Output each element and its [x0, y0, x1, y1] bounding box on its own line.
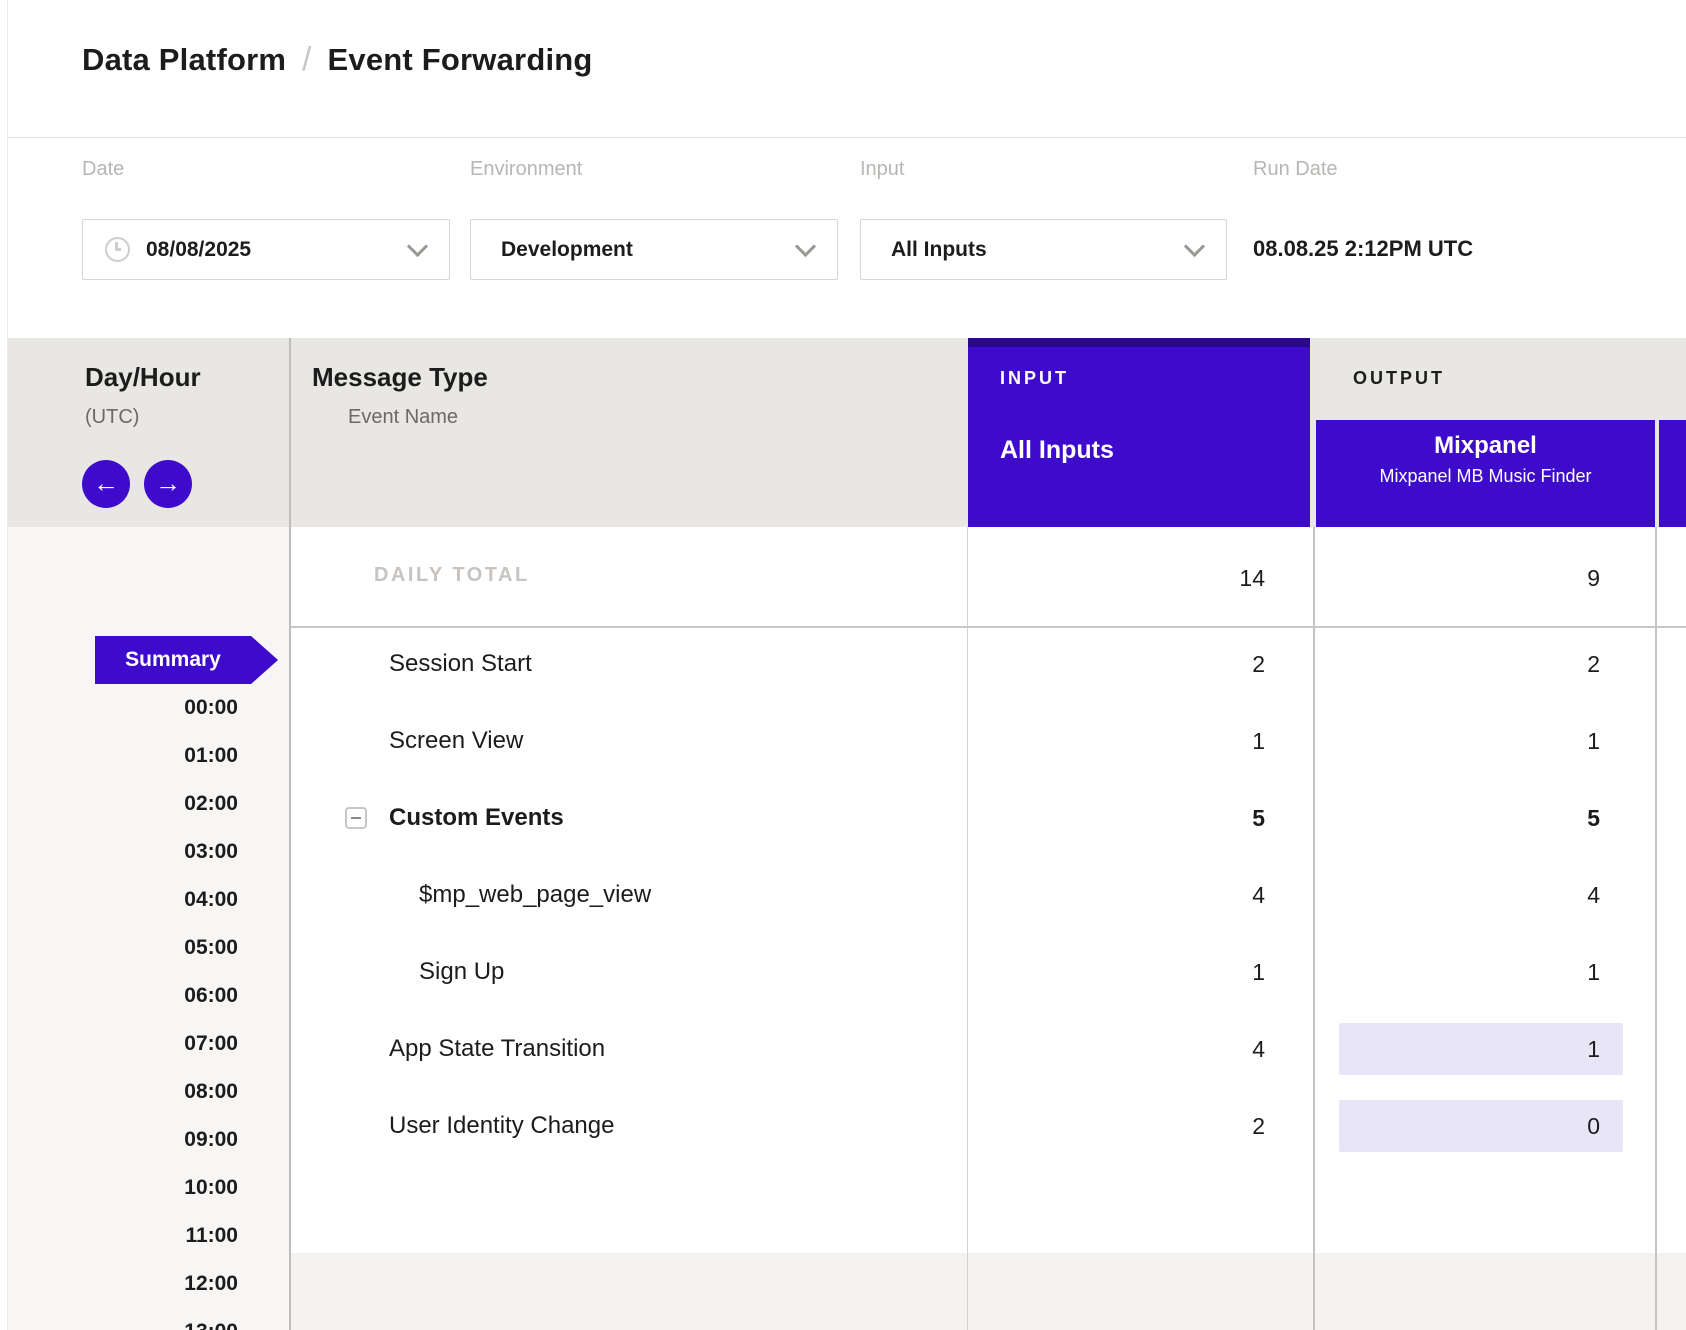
- sidebar-item-hour[interactable]: 02:00: [100, 789, 238, 819]
- input-filter-label: Input: [860, 158, 904, 181]
- sidebar-item-hour[interactable]: 01:00: [100, 741, 238, 771]
- column-divider: [1655, 527, 1657, 1330]
- page-title: Event Forwarding: [328, 42, 593, 77]
- input-group-label: INPUT: [1000, 368, 1069, 389]
- column-divider: [967, 527, 968, 1330]
- input-column-accent: [968, 338, 1310, 347]
- daily-total-label: DAILY TOTAL: [374, 564, 530, 587]
- daily-total-input-value: 14: [968, 563, 1265, 593]
- sidebar-item-hour[interactable]: 00:00: [100, 693, 238, 723]
- table-cell: 1: [968, 726, 1265, 756]
- input-column-header[interactable]: INPUT All Inputs: [968, 338, 1310, 527]
- table-cell: 2: [968, 649, 1265, 679]
- input-dropdown[interactable]: All Inputs: [860, 219, 1227, 280]
- input-dropdown-value: All Inputs: [891, 238, 1175, 262]
- sidebar-item-hour[interactable]: 08:00: [100, 1077, 238, 1107]
- table-row-label: Custom Events: [389, 803, 564, 833]
- table-cell: 5: [968, 803, 1265, 833]
- next-output-column-header[interactable]: [1659, 420, 1686, 527]
- left-edge-strip: [0, 0, 8, 1330]
- collapse-custom-events-button[interactable]: [345, 807, 367, 829]
- chevron-down-icon: [1184, 236, 1205, 257]
- table-cell: 4: [968, 1034, 1265, 1064]
- table-cell: 5: [1316, 803, 1600, 833]
- table-cell: 1: [1316, 957, 1600, 987]
- output-column-subtitle: Mixpanel MB Music Finder: [1316, 466, 1655, 487]
- sidebar-item-hour[interactable]: 04:00: [100, 885, 238, 915]
- table-cell: 2: [968, 1111, 1265, 1141]
- sidebar-item-hour[interactable]: 03:00: [100, 837, 238, 867]
- sidebar-item-hour[interactable]: 10:00: [100, 1173, 238, 1203]
- chevron-down-icon: [407, 236, 428, 257]
- table-cell: 4: [1316, 880, 1600, 910]
- table-row-label: App State Transition: [389, 1034, 605, 1064]
- daily-total-output-value: 9: [1316, 563, 1600, 593]
- clock-icon: [105, 237, 130, 262]
- table-cell: 2: [1316, 649, 1600, 679]
- sidebar-item-hour[interactable]: 09:00: [100, 1125, 238, 1155]
- table-cell: 4: [968, 880, 1265, 910]
- table-cell: 0: [1316, 1111, 1600, 1141]
- previous-day-button[interactable]: ←: [82, 460, 130, 508]
- environment-dropdown[interactable]: Development: [470, 219, 838, 280]
- environment-dropdown-value: Development: [501, 238, 786, 262]
- breadcrumb-section[interactable]: Data Platform: [82, 42, 286, 77]
- output-column-name: Mixpanel: [1316, 432, 1655, 460]
- empty-region: [290, 1253, 1686, 1330]
- run-date-value: 08.08.25 2:12PM UTC: [1253, 236, 1473, 262]
- sidebar-item-hour[interactable]: 12:00: [100, 1269, 238, 1299]
- table-cell: 1: [1316, 726, 1600, 756]
- summary-arrow-tip: [251, 636, 278, 684]
- message-type-column-subtitle: Event Name: [348, 406, 458, 429]
- output-column-header[interactable]: Mixpanel Mixpanel MB Music Finder: [1316, 420, 1655, 527]
- day-hour-column-title: Day/Hour: [85, 362, 201, 393]
- breadcrumb-separator: /: [286, 40, 327, 77]
- run-date-label: Run Date: [1253, 158, 1338, 181]
- date-filter-label: Date: [82, 158, 124, 181]
- sidebar-item-hour[interactable]: 13:00: [100, 1317, 238, 1330]
- header-divider: [0, 137, 1686, 138]
- sidebar-item-hour[interactable]: 05:00: [100, 933, 238, 963]
- arrow-right-icon: →: [155, 468, 181, 498]
- table-row-label: Sign Up: [419, 957, 504, 987]
- table-row-label: $mp_web_page_view: [419, 880, 651, 910]
- table-row-label: User Identity Change: [389, 1111, 614, 1141]
- sidebar-item-hour[interactable]: 11:00: [100, 1221, 238, 1251]
- sidebar-item-hour[interactable]: 06:00: [100, 981, 238, 1011]
- table-row-label: Screen View: [389, 726, 523, 756]
- next-day-button[interactable]: →: [144, 460, 192, 508]
- table-cell: 1: [1316, 1034, 1600, 1064]
- sidebar-item-hour[interactable]: 07:00: [100, 1029, 238, 1059]
- column-divider: [1313, 527, 1315, 1330]
- daily-total-divider: [290, 626, 1686, 628]
- event-forwarding-page: Data Platform/Event Forwarding Date Envi…: [0, 0, 1686, 1330]
- date-dropdown[interactable]: 08/08/2025: [82, 219, 450, 280]
- arrow-left-icon: ←: [93, 468, 119, 498]
- input-column-name: All Inputs: [1000, 436, 1114, 465]
- day-hour-column-subtitle: (UTC): [85, 406, 139, 429]
- message-type-column-title: Message Type: [312, 362, 488, 393]
- column-divider: [289, 338, 291, 1330]
- output-group-label: OUTPUT: [1353, 368, 1445, 389]
- summary-label: Summary: [125, 648, 221, 671]
- environment-filter-label: Environment: [470, 158, 582, 181]
- chevron-down-icon: [795, 236, 816, 257]
- table-cell: 1: [968, 957, 1265, 987]
- breadcrumb: Data Platform/Event Forwarding: [82, 40, 593, 78]
- table-row-label: Session Start: [389, 649, 532, 679]
- date-dropdown-value: 08/08/2025: [146, 238, 398, 262]
- sidebar-item-summary[interactable]: Summary: [95, 636, 251, 684]
